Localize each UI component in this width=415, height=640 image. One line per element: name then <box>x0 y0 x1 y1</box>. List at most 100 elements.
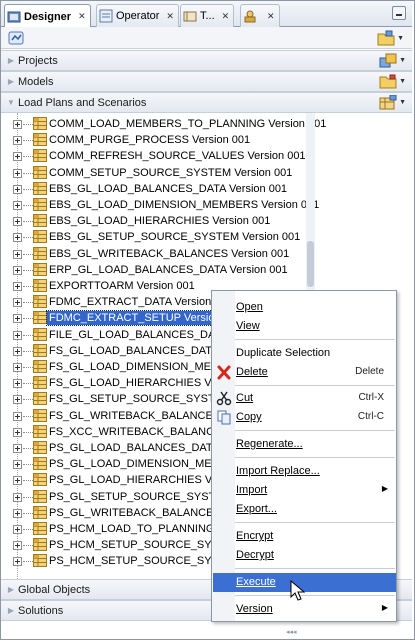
accordion-load-plans[interactable]: ▼ Load Plans and Scenarios ▼ <box>1 92 412 113</box>
expand-node-icon[interactable] <box>13 233 22 243</box>
expand-node-icon[interactable] <box>13 395 22 405</box>
close-icon[interactable]: ✕ <box>78 11 86 22</box>
expand-node-icon[interactable] <box>13 249 22 259</box>
tree-item[interactable]: COMM_PURGE_PROCESS Version 001 <box>1 132 306 148</box>
expand-node-icon[interactable] <box>13 346 22 356</box>
tree-connector <box>23 334 33 336</box>
load-plan-icon <box>33 424 47 438</box>
menu-item-cut[interactable]: Cut Ctrl-X <box>213 389 396 408</box>
expand-node-icon[interactable] <box>13 492 22 502</box>
close-icon[interactable]: ✕ <box>222 11 230 22</box>
menu-separator <box>235 339 395 340</box>
close-icon[interactable]: ✕ <box>166 11 174 22</box>
tree-connector <box>23 480 33 482</box>
expand-node-icon[interactable] <box>13 298 22 308</box>
expand-node-icon[interactable] <box>13 363 22 372</box>
close-icon[interactable]: ✕ <box>267 11 275 22</box>
expand-node-icon[interactable] <box>13 168 22 178</box>
tree-item[interactable]: EBS_GL_LOAD_BALANCES_DATA Version 001 <box>1 181 306 197</box>
expand-node-icon[interactable] <box>13 136 22 146</box>
expand-triangle-icon: ▶ <box>7 606 15 615</box>
projects-tool-button[interactable]: ▼ <box>379 53 406 68</box>
tree-item-label: EBS_GL_LOAD_BALANCES_DATA Version 001 <box>49 182 288 195</box>
load-plans-tool-button[interactable]: ▼ <box>379 95 406 110</box>
scrollbar-thumb[interactable] <box>307 241 314 287</box>
tree-connector <box>23 512 33 514</box>
expand-node-icon[interactable] <box>13 557 22 567</box>
tree-item[interactable]: COMM_LOAD_MEMBERS_TO_PLANNING Version 00… <box>1 116 326 132</box>
menu-item-export[interactable]: Export... <box>213 500 396 519</box>
menu-item-version[interactable]: Version ▶ <box>213 600 396 619</box>
security-icon <box>244 10 256 23</box>
expand-node-icon[interactable] <box>13 282 22 291</box>
menu-item-regenerate[interactable]: Regenerate... <box>213 435 396 454</box>
toolbar-menu-button[interactable]: ▼ <box>377 30 404 46</box>
expand-node-icon[interactable] <box>13 217 22 227</box>
load-plan-icon <box>33 230 47 244</box>
expand-node-icon[interactable] <box>13 525 22 534</box>
tree-item[interactable]: COMM_REFRESH_SOURCE_VALUES Version 001 <box>1 148 306 164</box>
topology-icon <box>183 11 197 22</box>
expand-node-icon[interactable] <box>13 508 22 518</box>
tree-connector <box>23 431 33 433</box>
tree-item-label: EBS_GL_LOAD_DIMENSION_MEMBERS Version 00… <box>49 199 320 211</box>
tree-item[interactable]: EBS_GL_LOAD_DIMENSION_MEMBERS Version 00… <box>1 197 319 213</box>
tree-item-label: ERP_GL_LOAD_BALANCES_DATA Version 001 <box>49 263 288 276</box>
tab-topology[interactable]: T... ✕ <box>180 4 235 27</box>
tree-item[interactable]: EBS_GL_SETUP_SOURCE_SYSTEM Version 001 <box>1 229 306 245</box>
expand-node-icon[interactable] <box>13 541 22 551</box>
tab-security[interactable]: ✕ <box>240 4 280 27</box>
menu-item-encrypt[interactable]: Encrypt <box>213 527 396 546</box>
expand-node-icon[interactable] <box>13 314 22 324</box>
expand-node-icon[interactable] <box>13 460 22 470</box>
load-plan-icon <box>33 457 47 471</box>
menu-item-duplicate-label: Duplicate Selection <box>236 347 331 359</box>
menu-item-delete-label: Delete <box>236 366 268 378</box>
load-plan-icon <box>33 214 47 228</box>
menu-item-delete[interactable]: Delete Delete <box>213 363 396 382</box>
expand-node-icon[interactable] <box>13 152 22 162</box>
tree-connector <box>23 383 33 385</box>
models-tool-button[interactable]: ▼ <box>379 74 406 89</box>
expand-node-icon[interactable] <box>13 120 22 129</box>
menu-item-view[interactable]: View <box>213 317 396 336</box>
load-plan-icon <box>33 133 47 147</box>
expand-node-icon[interactable] <box>13 184 22 194</box>
tree-item[interactable]: EBS_GL_WRITEBACK_BALANCES Version 001 <box>1 246 306 262</box>
scissors-icon <box>216 391 232 406</box>
connect-navigator-icon[interactable] <box>8 30 24 46</box>
minimize-button[interactable] <box>392 6 406 20</box>
menu-item-decrypt[interactable]: Decrypt <box>213 546 396 565</box>
menu-item-import-replace[interactable]: Import Replace... <box>213 462 396 481</box>
expand-triangle-icon: ▶ <box>7 77 15 86</box>
menu-item-view-label: View <box>236 320 260 332</box>
menu-item-duplicate-selection[interactable]: Duplicate Selection <box>213 344 396 363</box>
tree-connector <box>23 302 33 304</box>
expand-node-icon[interactable] <box>13 330 22 340</box>
resize-grip[interactable]: ◂◂◂ <box>286 628 297 636</box>
chevron-down-icon: ▼ <box>399 57 406 64</box>
expand-node-icon[interactable] <box>13 379 22 389</box>
tree-item[interactable]: COMM_SETUP_SOURCE_SYSTEM Version 001 <box>1 165 306 181</box>
expand-node-icon[interactable] <box>13 427 22 437</box>
expand-node-icon[interactable] <box>13 444 22 453</box>
expand-node-icon[interactable] <box>13 265 22 275</box>
expand-node-icon[interactable] <box>13 476 22 486</box>
load-plan-icon <box>33 360 47 373</box>
tree-item[interactable]: ERP_GL_LOAD_BALANCES_DATA Version 001 <box>1 262 306 278</box>
menu-item-import[interactable]: Import ▶ <box>213 481 396 500</box>
tree-item-label: PS_GL_LOAD_HIERARCHIES Versio <box>49 474 236 487</box>
menu-separator <box>235 430 395 431</box>
expand-node-icon[interactable] <box>13 201 22 210</box>
submenu-arrow-icon: ▶ <box>381 484 388 493</box>
tab-designer[interactable]: Designer ✕ <box>4 4 91 28</box>
menu-item-open[interactable]: Open <box>213 298 396 317</box>
accordion-models[interactable]: ▶ Models ▼ <box>1 71 412 92</box>
chevron-down-icon: ▼ <box>399 78 406 85</box>
tab-operator[interactable]: Operator ✕ <box>96 4 179 27</box>
tree-item[interactable]: EBS_GL_LOAD_HIERARCHIES Version 001 <box>1 213 306 229</box>
expand-node-icon[interactable] <box>13 411 22 421</box>
menu-item-copy[interactable]: Copy Ctrl-C <box>213 408 396 427</box>
menu-item-cut-label: Cut <box>236 392 254 404</box>
accordion-projects[interactable]: ▶ Projects ▼ <box>1 50 412 71</box>
